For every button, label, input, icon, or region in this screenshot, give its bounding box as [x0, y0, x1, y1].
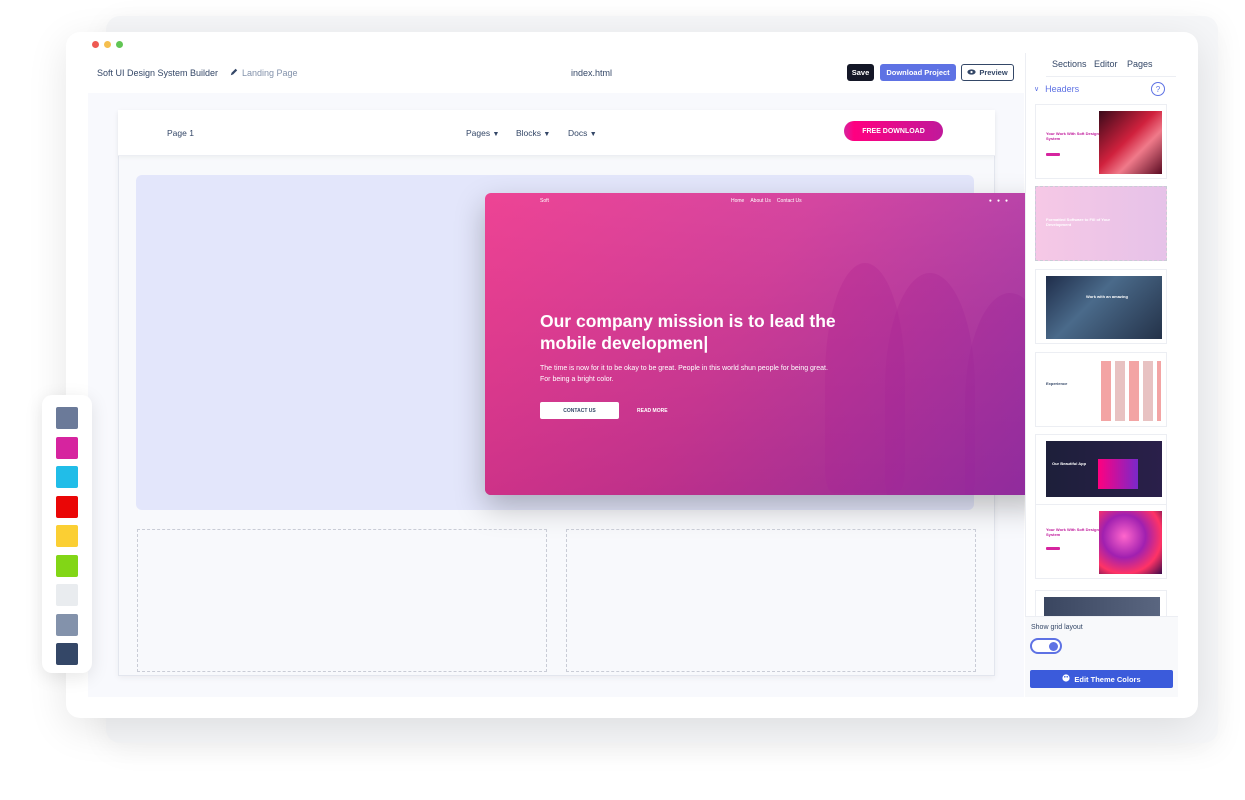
breadcrumb[interactable]: Landing Page: [230, 68, 298, 78]
tab-divider: [1046, 76, 1176, 77]
hero-nav: Home About Us Contact Us: [731, 198, 802, 204]
chevron-down-icon: ▼: [543, 131, 551, 138]
maximize-dot[interactable]: [116, 41, 123, 48]
color-swatch[interactable]: [56, 436, 78, 459]
file-name: index.html: [571, 68, 613, 78]
gradient-band: [1098, 459, 1138, 489]
preview-label: Preview: [979, 68, 1008, 77]
color-swatch[interactable]: [56, 613, 78, 636]
headers-section-toggle[interactable]: ∨ Headers: [1034, 84, 1079, 94]
download-project-button[interactable]: Download Project: [880, 64, 956, 81]
chevron-down-icon: ▼: [492, 131, 500, 138]
palette-icon: [1062, 674, 1070, 684]
help-icon[interactable]: ?: [1151, 82, 1165, 96]
grid-layout-label: Show grid layout: [1031, 624, 1083, 631]
preview-button[interactable]: Preview: [961, 64, 1014, 81]
thumbnail-button: [1046, 153, 1060, 156]
hero-social: ● ● ●: [989, 198, 1008, 204]
abstract-art: [1099, 111, 1162, 174]
contact-us-button: CONTACT US: [540, 402, 619, 419]
free-download-button[interactable]: FREE DOWNLOAD: [844, 121, 943, 141]
instagram-icon: ●: [1004, 198, 1008, 204]
nav-link-label: Blocks: [516, 128, 542, 138]
thumbnail-title: Your Work With Soft Design System: [1046, 131, 1099, 141]
nav-link-label: Pages: [466, 128, 491, 138]
gallery-images: [1101, 361, 1161, 421]
header-thumbnail[interactable]: Experience: [1035, 352, 1167, 427]
close-dot[interactable]: [92, 41, 99, 48]
thumbnail-title: Formatted Software to Fill of Your Devel…: [1046, 217, 1111, 227]
abstract-art: [1099, 511, 1162, 574]
chevron-down-icon: ▼: [589, 131, 597, 138]
facebook-icon: ●: [996, 198, 1000, 204]
hero-nav-item: Contact Us: [776, 198, 802, 204]
grid-layout-toggle[interactable]: [1030, 638, 1062, 654]
color-swatch[interactable]: [56, 584, 78, 606]
thumbnail-button: [1046, 547, 1060, 550]
color-swatch[interactable]: [56, 554, 78, 577]
toggle-knob: [1049, 642, 1058, 651]
header-thumbnail[interactable]: Your Work With Soft Design System: [1035, 104, 1167, 179]
empty-column-left[interactable]: [137, 529, 547, 672]
color-swatch[interactable]: [56, 466, 78, 488]
header-thumbnail[interactable]: Work with an amazing: [1035, 269, 1167, 344]
twitter-icon: ●: [988, 198, 992, 204]
nav-link-pages[interactable]: Pages ▼: [466, 128, 499, 138]
color-swatch[interactable]: [56, 643, 78, 665]
thumbnail-image: [1044, 597, 1160, 617]
section-title: Headers: [1045, 84, 1080, 94]
pencil-icon: [230, 68, 238, 78]
header-thumbnail[interactable]: Our Beautiful App: [1035, 434, 1167, 509]
tab-pages[interactable]: Pages: [1127, 59, 1153, 69]
nav-link-blocks[interactable]: Blocks ▼: [516, 128, 550, 138]
app-title: Soft UI Design System Builder: [97, 68, 219, 78]
edit-theme-colors-label: Edit Theme Colors: [1074, 674, 1141, 684]
color-swatch[interactable]: [56, 495, 78, 518]
header-thumbnail[interactable]: [1035, 590, 1167, 618]
color-swatch[interactable]: [56, 407, 78, 429]
nav-link-docs[interactable]: Docs ▼: [568, 128, 597, 138]
hero-text: The time is now for it to be okay to be …: [540, 365, 828, 383]
nav-link-label: Docs: [568, 128, 588, 138]
eye-icon: [967, 68, 976, 77]
tab-editor[interactable]: Editor: [1094, 59, 1118, 69]
window-controls: [92, 41, 123, 48]
thumbnail-title: Experience: [1046, 381, 1068, 386]
read-more-button: READ MORE: [637, 407, 668, 414]
navbar-brand[interactable]: Page 1: [167, 128, 194, 138]
hero-nav-item: Home: [731, 198, 745, 204]
hero-nav-item: About Us: [750, 198, 771, 204]
dragged-hero-section[interactable]: Soft Home About Us Contact Us ● ● ● Our …: [485, 193, 1048, 495]
minimize-dot[interactable]: [104, 41, 111, 48]
header-thumbnail[interactable]: Your Work With Soft Design System: [1035, 504, 1167, 579]
color-swatch[interactable]: [56, 525, 78, 547]
edit-theme-colors-button[interactable]: Edit Theme Colors: [1030, 670, 1173, 688]
thumbnail-title: Our Beautiful App: [1052, 461, 1087, 466]
save-button[interactable]: Save: [847, 64, 874, 81]
empty-column-right[interactable]: [566, 529, 976, 672]
hero-brand: Soft: [540, 198, 549, 204]
hero-title: Our company mission is to lead the mobil…: [540, 311, 836, 353]
header-thumbnail[interactable]: Formatted Software to Fill of Your Devel…: [1035, 186, 1167, 261]
breadcrumb-label: Landing Page: [242, 68, 298, 78]
thumbnail-title: Work with an amazing: [1086, 294, 1128, 299]
chevron-down-icon: ∨: [1034, 86, 1040, 93]
thumbnail-image: [1046, 276, 1162, 339]
tab-sections[interactable]: Sections: [1052, 59, 1087, 69]
thumbnail-title: Your Work With Soft Design System: [1046, 527, 1099, 537]
